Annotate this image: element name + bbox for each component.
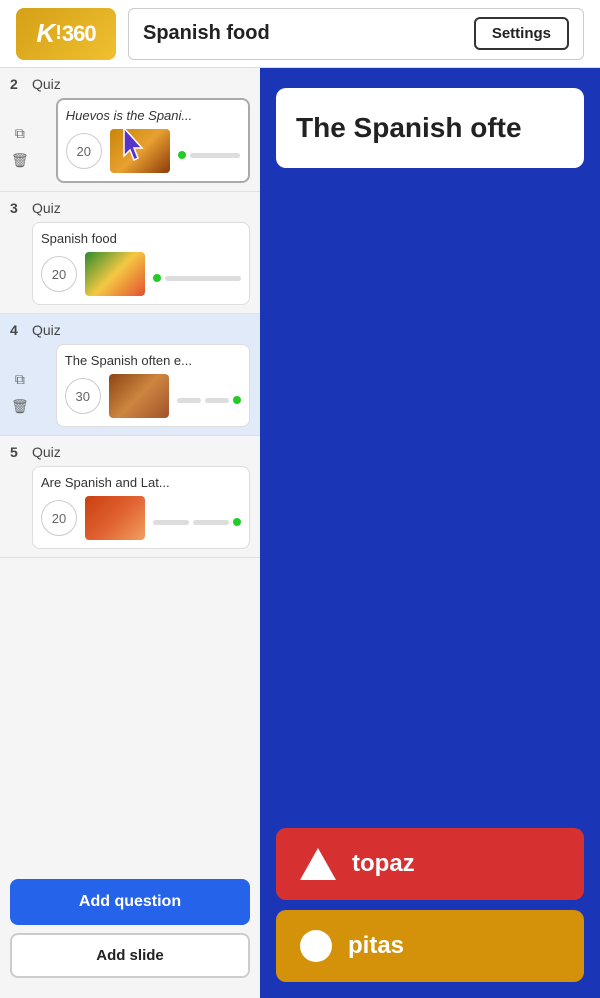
quiz-4-icons: ⧉ 🗑 bbox=[10, 344, 30, 416]
logo-360: 360 bbox=[62, 21, 96, 47]
quiz-number-2: 2 bbox=[10, 76, 26, 92]
page-title: Spanish food bbox=[143, 22, 270, 45]
quiz-number-3: 3 bbox=[10, 200, 26, 216]
quiz-card-3-title: Spanish food bbox=[41, 231, 241, 246]
bar-3c bbox=[165, 276, 241, 281]
quiz-5-thumbnail bbox=[85, 496, 145, 540]
quiz-card-3[interactable]: Spanish food 20 bbox=[32, 222, 250, 305]
quiz-3-points: 20 bbox=[41, 256, 77, 292]
logo[interactable]: K!360 bbox=[16, 8, 116, 60]
bar-5c bbox=[153, 520, 189, 525]
question-box: The Spanish ofte bbox=[276, 88, 584, 168]
content-area: The Spanish ofte topaz pitas bbox=[260, 68, 600, 998]
bar-dot-3 bbox=[153, 274, 161, 282]
quiz-4-thumbnail bbox=[109, 374, 169, 418]
quiz-card-5-title: Are Spanish and Lat... bbox=[41, 475, 241, 490]
copy-icon-4[interactable]: ⧉ bbox=[10, 370, 30, 389]
quiz-card-2-title: Huevos is the Spani... bbox=[66, 108, 240, 123]
quiz-number-5: 5 bbox=[10, 444, 26, 460]
answer-text-2: pitas bbox=[348, 932, 404, 960]
quiz-2-points: 20 bbox=[66, 133, 102, 169]
quiz-card-5[interactable]: Are Spanish and Lat... 20 bbox=[32, 466, 250, 549]
main-layout: 2 Quiz ⧉ 🗑 Huevos is the Spani... 20 bbox=[0, 68, 600, 998]
quiz-2-bars bbox=[178, 143, 240, 159]
bar-dot-5 bbox=[233, 518, 241, 526]
quiz-type-4: Quiz bbox=[32, 322, 61, 338]
content-spacer bbox=[260, 184, 600, 583]
answer-option-1[interactable]: topaz bbox=[276, 828, 584, 900]
sidebar-item-quiz-5[interactable]: 5 Quiz Are Spanish and Lat... 20 bbox=[0, 436, 260, 558]
food-image-4 bbox=[85, 496, 145, 540]
sidebar-item-quiz-2[interactable]: 2 Quiz ⧉ 🗑 Huevos is the Spani... 20 bbox=[0, 68, 260, 192]
delete-icon-4[interactable]: 🗑 bbox=[10, 397, 30, 416]
quiz-2-icons: ⧉ 🗑 bbox=[10, 98, 30, 170]
quiz-4-bars bbox=[177, 388, 241, 404]
settings-button[interactable]: Settings bbox=[474, 17, 569, 50]
food-image-1 bbox=[110, 129, 170, 173]
header-title-area: Spanish food Settings bbox=[128, 8, 584, 60]
triangle-icon bbox=[300, 848, 336, 880]
quiz-type-3: Quiz bbox=[32, 200, 61, 216]
quiz-4-points: 30 bbox=[65, 378, 101, 414]
question-text: The Spanish ofte bbox=[296, 112, 522, 144]
logo-k: K bbox=[36, 18, 54, 49]
sidebar: 2 Quiz ⧉ 🗑 Huevos is the Spani... 20 bbox=[0, 68, 260, 998]
sidebar-item-quiz-3[interactable]: 3 Quiz Spanish food 20 bbox=[0, 192, 260, 314]
bar-5d bbox=[193, 520, 229, 525]
quiz-3-thumbnail bbox=[85, 252, 145, 296]
quiz-number-4: 4 bbox=[10, 322, 26, 338]
add-question-button[interactable]: Add question bbox=[10, 879, 250, 925]
answer-text-1: topaz bbox=[352, 850, 415, 878]
circle-icon bbox=[300, 930, 332, 962]
quiz-type-5: Quiz bbox=[32, 444, 61, 460]
bar-4c bbox=[177, 398, 201, 403]
bar-3 bbox=[190, 153, 240, 158]
answer-option-2[interactable]: pitas bbox=[276, 910, 584, 982]
quiz-5-bars bbox=[153, 510, 241, 526]
quiz-2-thumbnail bbox=[110, 129, 170, 173]
food-image-3 bbox=[109, 374, 169, 418]
quiz-card-4[interactable]: The Spanish often e... 30 bbox=[56, 344, 250, 427]
food-image-2 bbox=[85, 252, 145, 296]
quiz-card-4-title: The Spanish often e... bbox=[65, 353, 241, 368]
bar-dot bbox=[178, 151, 186, 159]
bar-dot-4 bbox=[233, 396, 241, 404]
sidebar-bottom: Add question Add slide bbox=[0, 867, 260, 988]
quiz-5-points: 20 bbox=[41, 500, 77, 536]
bar-4d bbox=[205, 398, 229, 403]
quiz-type-2: Quiz bbox=[32, 76, 61, 92]
logo-exclaim: ! bbox=[55, 22, 61, 45]
add-slide-button[interactable]: Add slide bbox=[10, 933, 250, 978]
quiz-3-bars bbox=[153, 266, 241, 282]
delete-icon-2[interactable]: 🗑 bbox=[10, 151, 30, 170]
copy-icon-2[interactable]: ⧉ bbox=[10, 124, 30, 143]
header: K!360 Spanish food Settings bbox=[0, 0, 600, 68]
quiz-card-2[interactable]: Huevos is the Spani... 20 bbox=[56, 98, 250, 183]
sidebar-item-quiz-4[interactable]: 4 Quiz ⧉ 🗑 The Spanish often e... 30 bbox=[0, 314, 260, 436]
answers-area: topaz pitas bbox=[260, 583, 600, 998]
